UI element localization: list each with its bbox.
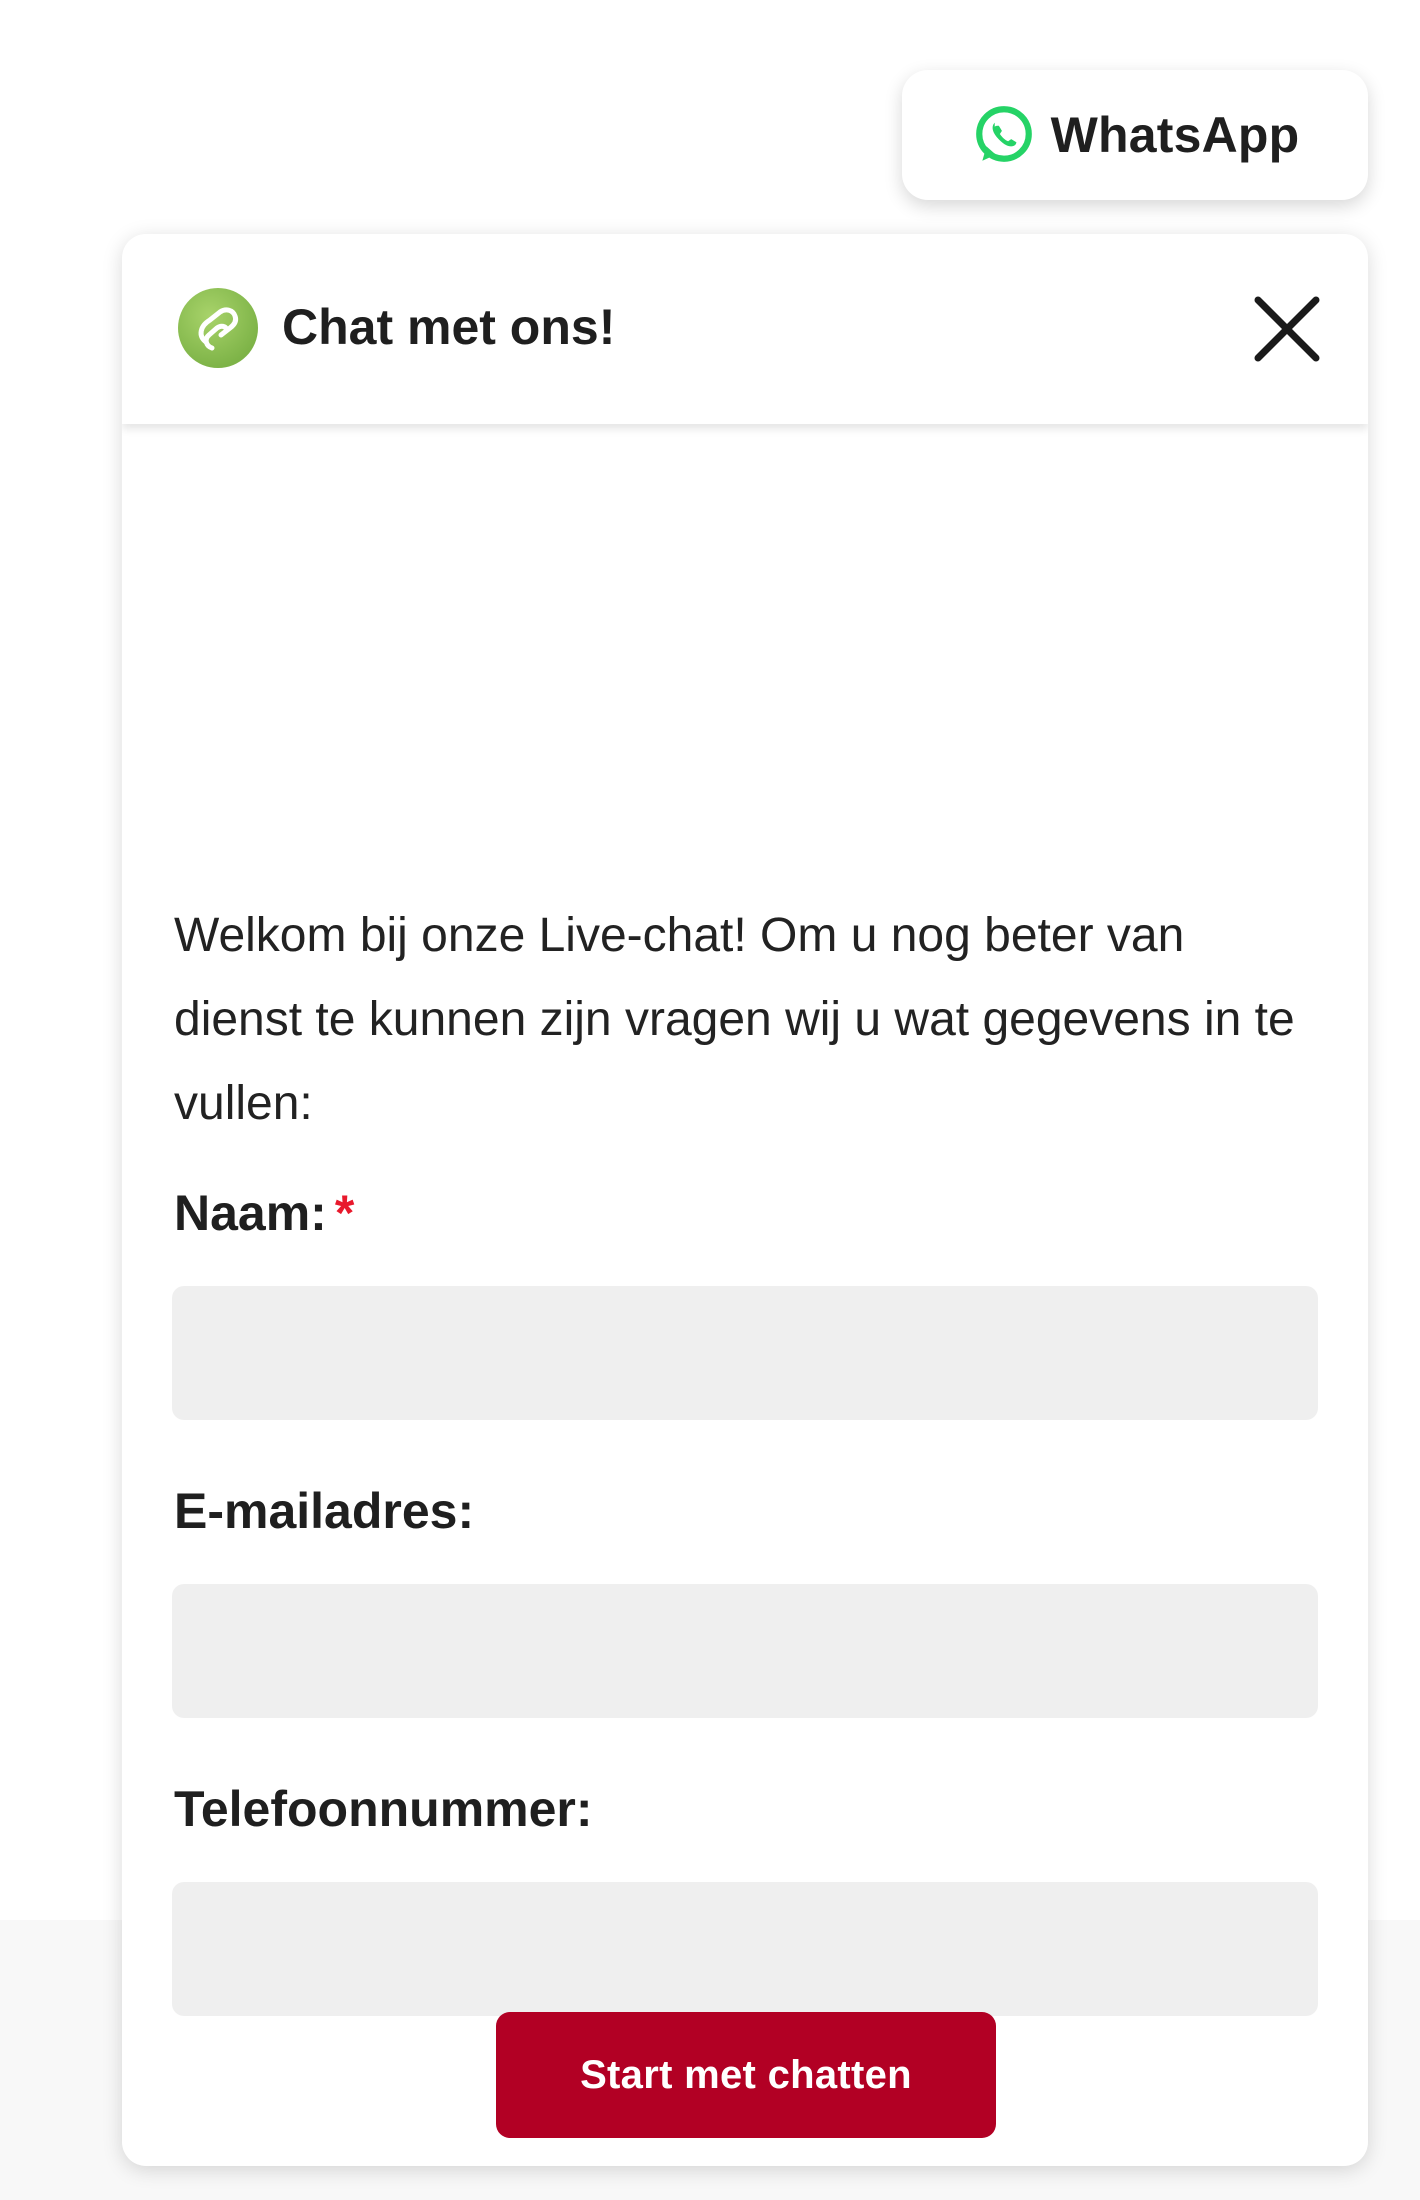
required-mark: * [334,1185,355,1241]
chat-title: Chat met ons! [282,299,616,355]
whatsapp-label: WhatsApp [1050,107,1300,163]
whatsapp-icon [971,102,1037,168]
start-chat-button[interactable]: Start met chatten [496,2012,996,2138]
name-label-text: Naam: [174,1185,327,1241]
phone-input[interactable] [172,1882,1318,2016]
intro-text: Welkom bij onze Live-chat! Om u nog bete… [174,909,1295,1130]
name-label: Naam: * [174,1180,354,1246]
email-label: E-mailadres: [174,1483,475,1539]
email-input[interactable] [172,1584,1318,1718]
close-icon [1254,296,1320,362]
whatsapp-button[interactable]: WhatsApp [902,70,1368,200]
chat-header: Chat met ons! [122,234,1368,424]
chat-brand-logo-icon [176,286,260,370]
phone-label: Telefoonnummer: [174,1781,593,1837]
close-button[interactable] [1242,284,1332,374]
name-input[interactable] [172,1286,1318,1420]
chat-panel: Chat met ons! Welkom bij onze Live-chat!… [122,234,1368,2166]
